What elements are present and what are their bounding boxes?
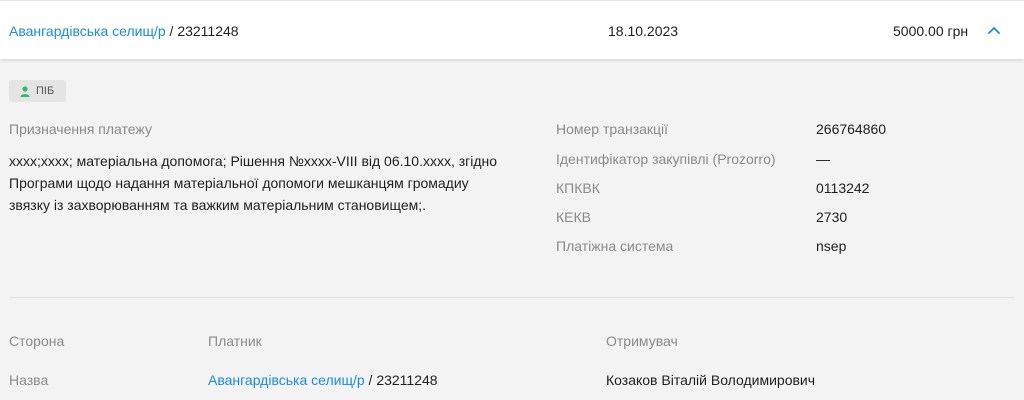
party-payer-code: / 23211248	[364, 372, 438, 388]
party-receiver-name: Козаков Віталій Володимирович	[606, 372, 816, 388]
payer-link[interactable]: Авангардівська селищ/р	[9, 23, 166, 39]
party-payer-cell: Авангардівська селищ/р / 23211248	[208, 372, 438, 388]
section-divider	[9, 297, 1015, 298]
purpose-text: xxxx;xxxx; матеріальна допомога; Рішення…	[9, 153, 498, 213]
chevron-up-icon[interactable]	[985, 22, 1003, 40]
transaction-number-label: Номер транзакції	[556, 121, 669, 137]
transaction-row-header[interactable]: Авангардівська селищ/р / 23211248 18.10.…	[0, 0, 1024, 59]
prozorro-id-value: —	[816, 151, 830, 167]
column-header-receiver: Отримувач	[606, 333, 678, 349]
transaction-date: 18.10.2023	[608, 23, 679, 39]
badge-label: ПІБ	[36, 85, 55, 97]
party-payer-link[interactable]: Авангардівська селищ/р	[208, 372, 365, 388]
transaction-number-link[interactable]: 266764860	[816, 121, 886, 137]
header-payer: Авангардівська селищ/р / 23211248	[9, 23, 239, 39]
payment-system-value: nsep	[816, 238, 847, 254]
pib-badge: ПІБ	[9, 80, 66, 102]
kpkvk-value: 0113242	[816, 180, 870, 196]
column-header-payer: Платник	[208, 333, 262, 349]
kpkvk-label: КПКВК	[556, 180, 600, 196]
payment-system-label: Платіжна система	[556, 238, 674, 254]
payer-code: / 23211248	[165, 23, 239, 39]
user-icon	[20, 85, 30, 97]
kekv-label: КЕКВ	[556, 209, 591, 225]
kekv-value: 2730	[816, 209, 848, 225]
column-header-side: Сторона	[9, 333, 65, 349]
purpose-label: Призначення платежу	[9, 121, 152, 137]
transaction-amount: 5000.00 грн	[893, 23, 969, 39]
prozorro-id-label: Ідентифікатор закупівлі (Prozorro)	[556, 151, 776, 167]
row-label-name: Назва	[9, 372, 49, 388]
